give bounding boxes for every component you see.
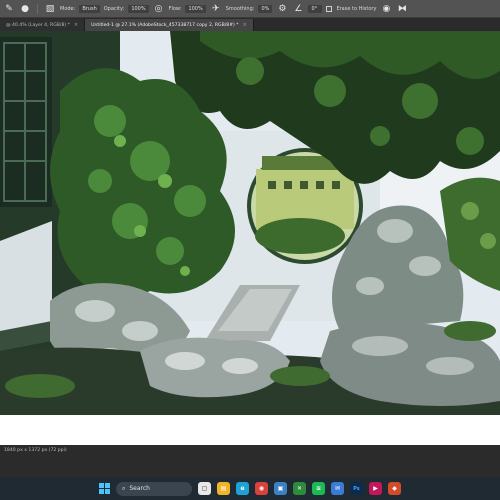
edge-icon[interactable]: e bbox=[236, 482, 249, 495]
symmetry-icon[interactable]: ⧓ bbox=[396, 3, 408, 15]
flow-label: Flow: bbox=[168, 5, 182, 12]
chrome-icon[interactable]: ◉ bbox=[255, 482, 268, 495]
windows-taskbar: ⌕ Search ▢ ▤ e ◉ ▣ ✕ ≋ ✉ Ps ▶ ◆ bbox=[0, 477, 500, 500]
close-icon[interactable]: × bbox=[243, 22, 247, 28]
xbox-icon[interactable]: ✕ bbox=[293, 482, 306, 495]
airbrush-icon[interactable]: ✈ bbox=[210, 3, 222, 15]
opacity-label: Opacity: bbox=[103, 5, 125, 12]
taskbar-search[interactable]: ⌕ Search bbox=[116, 481, 192, 496]
close-icon[interactable]: × bbox=[74, 22, 78, 28]
document-tabs: @ 40.4% (Layer 4, RGB/8) * × Untitled-1 … bbox=[0, 18, 500, 31]
angle-icon: ∠ bbox=[294, 3, 303, 14]
media-player-icon[interactable]: ▶ bbox=[369, 482, 382, 495]
mail-icon[interactable]: ✉ bbox=[331, 482, 344, 495]
search-label: Search bbox=[129, 485, 150, 492]
opacity-field[interactable]: 100% bbox=[128, 4, 149, 13]
mode-label: Mode: bbox=[60, 5, 76, 12]
canvas-area[interactable] bbox=[0, 31, 500, 445]
tab-label: Untitled-1 @ 27.1% (AdobeStock_457338717… bbox=[91, 22, 239, 28]
app-extra-icon[interactable]: ◆ bbox=[388, 482, 401, 495]
status-bar: 1840 px x 1372 px (72 ppi) bbox=[0, 445, 500, 477]
divider bbox=[37, 3, 38, 14]
flow-field[interactable]: 100% bbox=[185, 4, 206, 13]
smoothing-label: Smoothing: bbox=[225, 5, 255, 12]
brush-preset-icon[interactable]: ● bbox=[19, 3, 31, 15]
tab-label: @ 40.4% (Layer 4, RGB/8) * bbox=[6, 22, 70, 28]
mixer-brush-icon[interactable]: ✎ bbox=[3, 3, 15, 15]
garden-moon-gate-artwork[interactable] bbox=[0, 31, 500, 415]
spotify-icon[interactable]: ≋ bbox=[312, 482, 325, 495]
photoshop-icon[interactable]: Ps bbox=[350, 482, 363, 495]
canvas-bottom-strip bbox=[0, 415, 500, 445]
angle-field[interactable]: 0° bbox=[308, 4, 323, 13]
erase-history-checkbox[interactable] bbox=[326, 5, 333, 12]
store-icon[interactable]: ▣ bbox=[274, 482, 287, 495]
pressure-opacity-icon[interactable]: ◎ bbox=[153, 3, 165, 15]
document-size-readout[interactable]: 1840 px x 1372 px (72 ppi) bbox=[4, 448, 67, 453]
options-bar: ✎ ● ▧ Mode: Brush Opacity: 100% ◎ Flow: … bbox=[0, 0, 500, 18]
start-button[interactable] bbox=[99, 483, 110, 494]
task-view-icon[interactable]: ▢ bbox=[198, 482, 211, 495]
brush-settings-icon[interactable]: ▧ bbox=[44, 3, 56, 15]
photoshop-window: ✎ ● ▧ Mode: Brush Opacity: 100% ◎ Flow: … bbox=[0, 0, 500, 500]
erase-history-label: Erase to History bbox=[336, 5, 377, 12]
tab-document-1[interactable]: @ 40.4% (Layer 4, RGB/8) * × bbox=[0, 19, 86, 31]
mode-select[interactable]: Brush bbox=[79, 4, 100, 13]
pressure-size-icon[interactable]: ◉ bbox=[380, 3, 392, 15]
file-explorer-icon[interactable]: ▤ bbox=[217, 482, 230, 495]
search-icon: ⌕ bbox=[122, 484, 126, 492]
tab-document-2[interactable]: Untitled-1 @ 27.1% (AdobeStock_457338717… bbox=[85, 19, 254, 31]
gear-icon[interactable]: ⚙ bbox=[276, 3, 288, 15]
smoothing-field[interactable]: 0% bbox=[258, 4, 273, 13]
